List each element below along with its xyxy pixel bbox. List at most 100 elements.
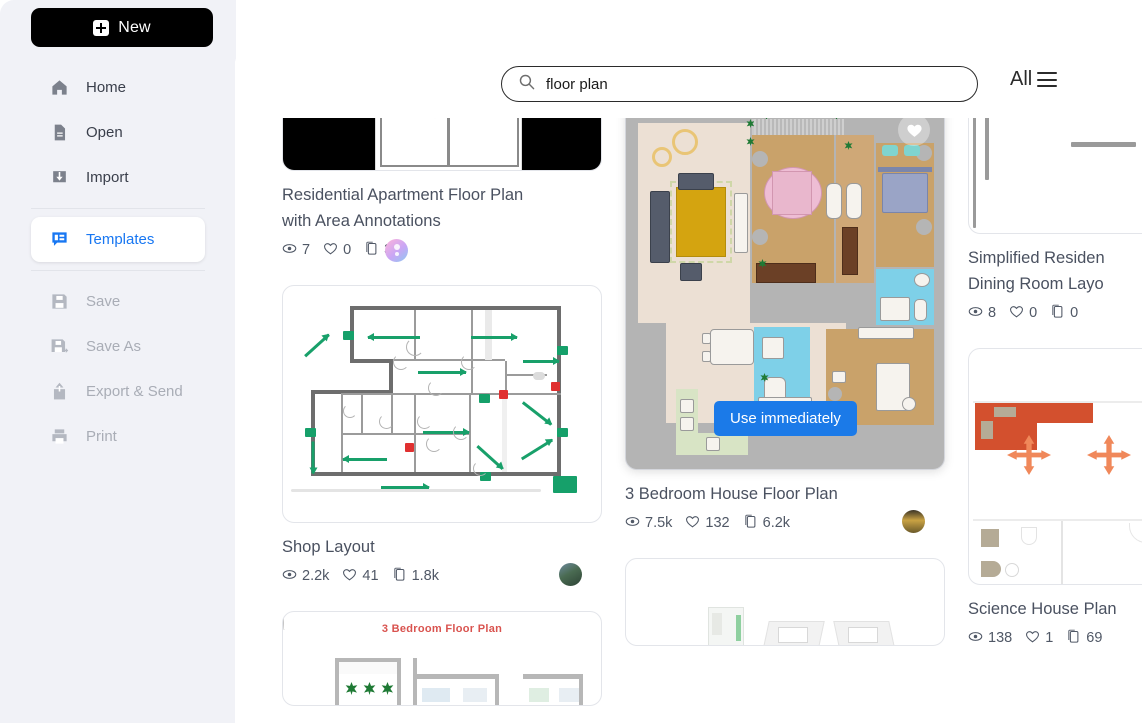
template-title[interactable]: Science House Plan <box>968 596 1142 622</box>
likes-stat: 0 <box>1009 304 1037 323</box>
copies-stat: 6.2k <box>743 514 790 533</box>
template-stats: 7.5k 132 6.2k <box>625 510 945 536</box>
likes-stat: 132 <box>685 514 730 533</box>
views-stat: 2.2k <box>282 567 329 586</box>
copy-icon <box>364 241 379 260</box>
template-stats: 138 1 69 <box>968 625 1142 651</box>
template-thumbnail[interactable]: Use immediately <box>625 100 945 470</box>
search-value: floor plan <box>546 75 608 93</box>
export-icon <box>50 382 69 401</box>
templates-grid[interactable]: BEDROOM 12.5 m2 LIVING 18 m2 Residential… <box>235 99 1142 723</box>
template-card-simplified-residence[interactable]: Simplified Residen Dining Room Layo 8 0 … <box>968 99 1142 326</box>
sidebar-item-label: Import <box>86 169 129 186</box>
heart-outline-icon <box>1009 304 1024 323</box>
filter-all-button[interactable]: All <box>1010 68 1058 91</box>
template-stats: 7 0 <box>282 237 602 263</box>
save-as-icon <box>50 337 69 356</box>
floor-plan-image <box>969 99 1142 233</box>
eye-icon <box>968 629 983 648</box>
sidebar-item-export-send[interactable]: Export & Send <box>31 369 205 414</box>
use-immediately-button[interactable]: Use immediately <box>714 401 857 436</box>
sidebar: New Home Open Import Templates Save Save… <box>0 0 236 723</box>
copies-stat: 1.8k <box>392 567 439 586</box>
search-icon <box>518 73 535 95</box>
template-card-three-bedroom-small[interactable]: 3 Bedroom Floor Plan <box>282 611 602 706</box>
template-card-bottom-middle[interactable] <box>625 558 945 646</box>
avatar[interactable] <box>902 510 925 533</box>
views-count: 2.2k <box>302 568 330 584</box>
template-thumbnail[interactable] <box>625 558 945 646</box>
views-count: 7.5k <box>645 515 673 531</box>
views-count: 7 <box>302 242 311 258</box>
heart-outline-icon <box>342 567 357 586</box>
template-title[interactable]: 3 Bedroom House Floor Plan <box>625 481 945 507</box>
new-button-label: New <box>118 18 151 36</box>
favorite-heart-icon[interactable] <box>898 114 930 146</box>
sidebar-item-save[interactable]: Save <box>31 279 205 324</box>
grid-column-1: BEDROOM 12.5 m2 LIVING 18 m2 Residential… <box>282 99 602 723</box>
template-card-three-bedroom-house[interactable]: Use immediately 3 Bedroom House Floor Pl… <box>625 100 945 536</box>
eye-icon <box>625 514 640 533</box>
template-title[interactable]: Residential Apartment Floor Plan with Ar… <box>282 182 602 234</box>
template-thumbnail[interactable]: OUTSIDE, <box>968 348 1142 585</box>
sidebar-item-templates[interactable]: Templates <box>31 217 205 262</box>
copy-icon <box>1066 629 1081 648</box>
sidebar-item-label: Save As <box>86 338 142 355</box>
floor-plan-image <box>283 286 601 522</box>
import-icon <box>50 168 69 187</box>
copies-stat: 0 <box>1050 304 1078 323</box>
likes-stat: 0 <box>323 241 351 260</box>
heart-outline-icon <box>1025 629 1040 648</box>
plus-square-icon <box>93 19 110 36</box>
likes-count: 132 <box>705 515 730 531</box>
copy-icon <box>1050 304 1065 323</box>
filter-label: All <box>1010 68 1033 90</box>
template-thumbnail[interactable] <box>968 99 1142 234</box>
copy-icon <box>392 567 407 586</box>
template-thumbnail[interactable] <box>282 285 602 523</box>
template-title[interactable]: Shop Layout <box>282 534 602 560</box>
eye-icon <box>282 567 297 586</box>
heart-outline-icon <box>323 241 338 260</box>
likes-count: 0 <box>1029 305 1038 321</box>
hamburger-menu-icon[interactable] <box>1037 72 1058 87</box>
printer-icon <box>50 427 69 446</box>
sidebar-item-print[interactable]: Print <box>31 414 205 459</box>
template-stats: 8 0 0 <box>968 300 1142 326</box>
sidebar-item-open[interactable]: Open <box>31 110 205 155</box>
home-icon <box>50 78 69 97</box>
views-count: 138 <box>988 630 1013 646</box>
copies-count: 0 <box>1070 305 1079 321</box>
search-input[interactable]: floor plan <box>501 66 978 102</box>
copies-count: 69 <box>1086 630 1103 646</box>
sidebar-divider-bottom <box>31 270 205 271</box>
views-count: 8 <box>988 305 997 321</box>
sidebar-item-home[interactable]: Home <box>31 65 205 110</box>
floor-plan-image: 3 Bedroom Floor Plan <box>283 612 601 705</box>
sidebar-item-label: Templates <box>86 231 155 248</box>
eye-icon <box>282 241 297 260</box>
heart-outline-icon <box>685 514 700 533</box>
avatar[interactable] <box>559 563 582 586</box>
sidebar-item-label: Home <box>86 79 127 96</box>
likes-stat: 1 <box>1025 629 1053 648</box>
eye-icon <box>968 304 983 323</box>
views-stat: 138 <box>968 629 1012 648</box>
template-card-science-house[interactable]: OUTSIDE, Science House Plan 138 <box>968 348 1142 651</box>
top-bar: floor plan All <box>235 50 1142 118</box>
new-button[interactable]: New <box>31 8 213 47</box>
template-card-shop-layout[interactable]: Shop Layout 2.2k 41 1.8k <box>282 285 602 589</box>
views-stat: 8 <box>968 304 996 323</box>
sidebar-item-label: Open <box>86 124 123 141</box>
template-stats: 2.2k 41 1.8k <box>282 563 602 589</box>
avatar[interactable] <box>385 238 409 262</box>
sidebar-item-import[interactable]: Import <box>31 155 205 200</box>
template-card-residential-apartment[interactable]: BEDROOM 12.5 m2 LIVING 18 m2 Residential… <box>282 99 602 263</box>
template-title[interactable]: Simplified Residen Dining Room Layo <box>968 245 1142 297</box>
views-stat: 7.5k <box>625 514 672 533</box>
likes-stat: 41 <box>342 567 379 586</box>
templates-icon <box>50 230 69 249</box>
sidebar-item-save-as[interactable]: Save As <box>31 324 205 369</box>
template-thumbnail[interactable]: 3 Bedroom Floor Plan <box>282 611 602 706</box>
copies-stat: 69 <box>1066 629 1102 648</box>
